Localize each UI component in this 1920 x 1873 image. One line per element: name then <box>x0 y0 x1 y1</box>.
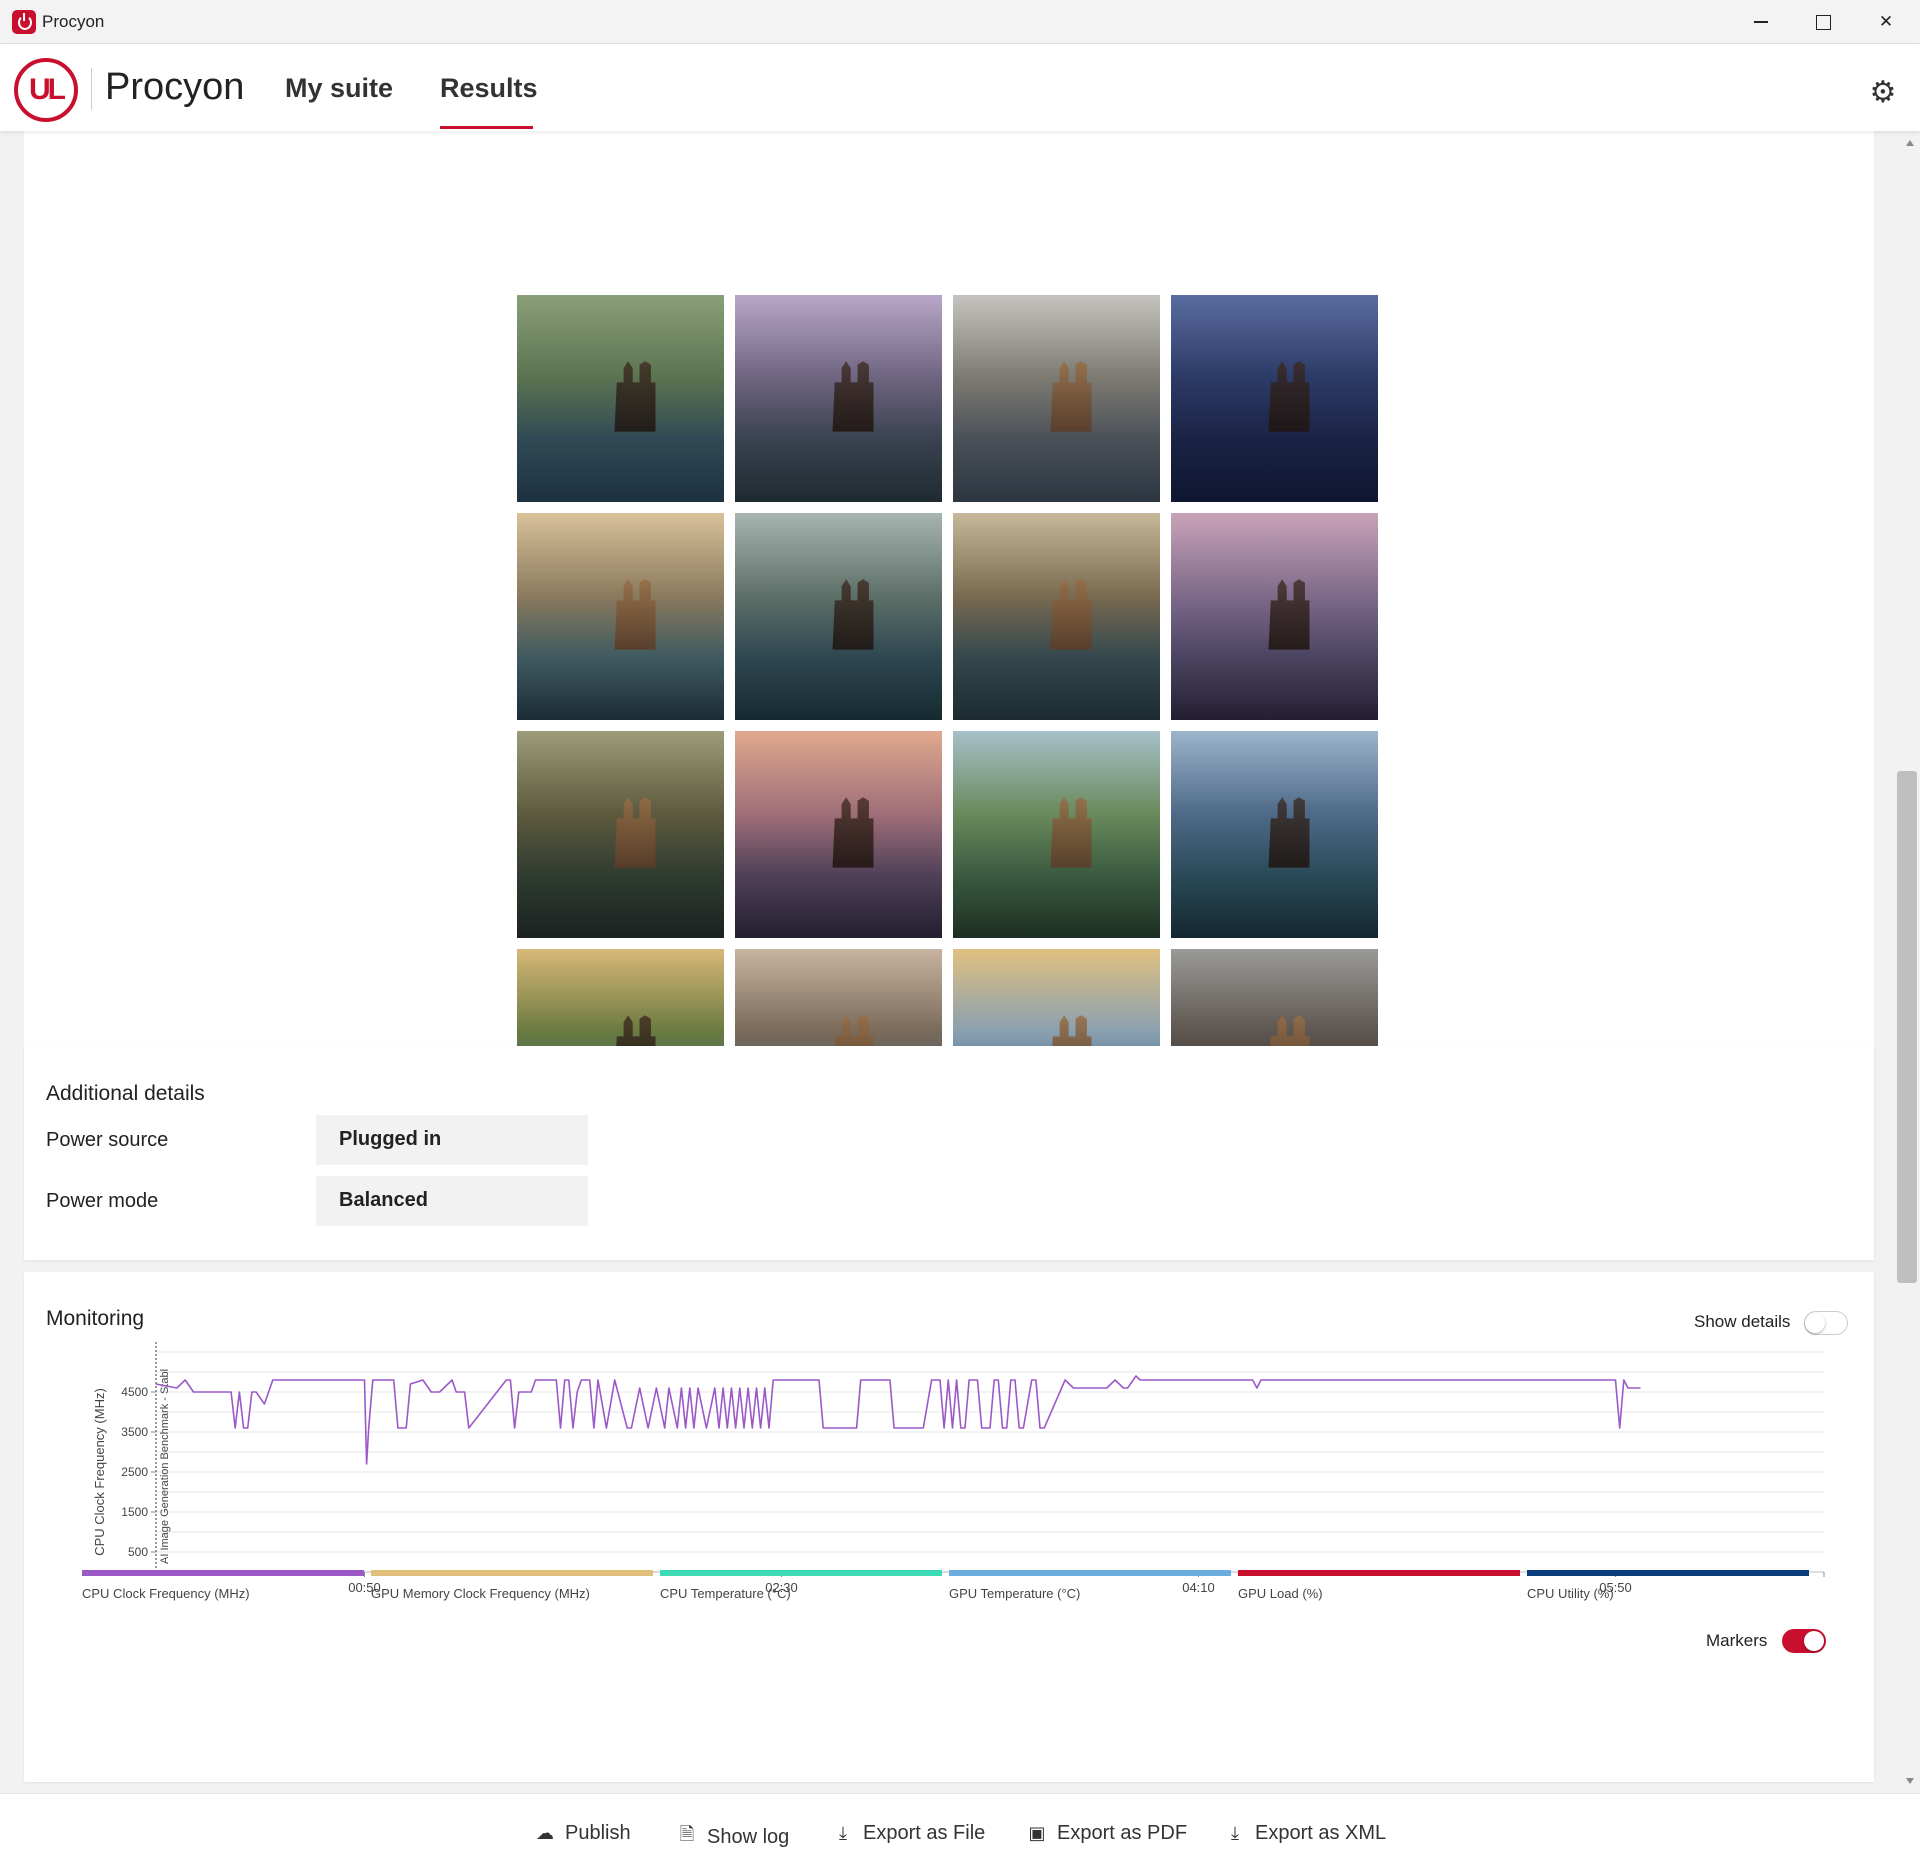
power-mode-label: Power mode <box>46 1190 159 1212</box>
castle-image-5[interactable] <box>517 513 724 720</box>
tab-my-suite[interactable]: My suite <box>285 73 393 104</box>
publish-button[interactable]: ☁ Publish <box>535 1822 631 1845</box>
export-pdf-label: Export as PDF <box>1057 1822 1188 1844</box>
castle-image-8[interactable] <box>1171 513 1378 720</box>
castle-image-1[interactable] <box>517 295 724 502</box>
legend-label: GPU Load (%) <box>1238 1586 1323 1601</box>
procyon-app-icon <box>12 10 36 34</box>
legend-swatch <box>660 1570 942 1576</box>
show-log-button[interactable]: 🗎 Show log <box>677 1822 790 1852</box>
y-axis-label: CPU Clock Frequency (MHz) <box>92 1388 107 1556</box>
minimize-button[interactable] <box>1730 0 1792 44</box>
legend-item[interactable]: GPU Memory Clock Frequency (MHz) <box>371 1570 653 1601</box>
maximize-button[interactable] <box>1792 0 1854 44</box>
y-tick-label: 1500 <box>121 1505 148 1519</box>
markers-toggle[interactable] <box>1782 1629 1826 1653</box>
bottom-action-bar: ☁ Publish 🗎 Show log ⤓ Export as File ▣ … <box>0 1793 1920 1873</box>
legend-item[interactable]: GPU Load (%) <box>1238 1570 1520 1601</box>
castle-image-4[interactable] <box>1171 295 1378 502</box>
legend-swatch <box>1527 1570 1809 1576</box>
gear-icon[interactable]: ⚙ <box>1868 78 1898 108</box>
power-mode-value: Balanced <box>316 1176 588 1226</box>
scrollbar-thumb[interactable] <box>1897 771 1917 1283</box>
additional-details-card: Additional details Power source Plugged … <box>24 1046 1874 1260</box>
legend-swatch <box>949 1570 1231 1576</box>
publish-label: Publish <box>565 1822 631 1844</box>
brand-name: Procyon <box>105 66 245 108</box>
castle-image-10[interactable] <box>735 731 942 938</box>
scroll-up-arrow-icon[interactable] <box>1906 140 1914 146</box>
castle-image-3[interactable] <box>953 295 1160 502</box>
results-content: Additional details Power source Plugged … <box>0 131 1900 1793</box>
castle-image-7[interactable] <box>953 513 1160 720</box>
cpu-clock-chart: 500150025003500450000:50 02:30 04:10 05:50C… <box>92 1342 1825 1595</box>
ul-logo: UL <box>14 58 78 122</box>
monitoring-title: Monitoring <box>46 1307 145 1330</box>
legend-swatch <box>371 1570 653 1576</box>
active-tab-indicator <box>440 126 533 129</box>
markers-label: Markers <box>1706 1631 1768 1650</box>
save-icon: ▣ <box>1028 1823 1046 1843</box>
app-header: UL Procyon My suite Results ⚙ <box>0 44 1920 131</box>
series-line <box>155 1375 1641 1465</box>
power-source-value: Plugged in <box>316 1115 588 1165</box>
close-button[interactable] <box>1855 0 1917 44</box>
window-titlebar: Procyon <box>0 0 1920 44</box>
toggle-knob <box>1805 1313 1825 1333</box>
legend-swatch <box>1238 1570 1520 1576</box>
download-icon: ⤓ <box>839 1823 847 1843</box>
export-as-xml-button[interactable]: ⤓ Export as XML <box>1225 1822 1386 1845</box>
details-title: Additional details <box>46 1082 205 1105</box>
legend-swatch <box>82 1570 364 1576</box>
image-gallery <box>517 295 1383 1156</box>
legend-item[interactable]: CPU Clock Frequency (MHz) <box>82 1570 364 1601</box>
y-tick-label: 2500 <box>121 1465 148 1479</box>
document-icon: 🗎 <box>679 1824 695 1844</box>
legend-label: CPU Temperature (°C) <box>660 1586 791 1601</box>
logo-divider <box>91 68 92 110</box>
legend-item[interactable]: CPU Utility (%) <box>1527 1570 1809 1601</box>
show-log-label: Show log <box>707 1825 790 1848</box>
chart-legend: CPU Clock Frequency (MHz) GPU Memory Cloc… <box>82 1570 1822 1610</box>
marker-label: AI Image Generation Benchmark - Stabl <box>159 1369 171 1564</box>
legend-label: GPU Temperature (°C) <box>949 1586 1081 1601</box>
y-tick-label: 3500 <box>121 1425 148 1439</box>
monitoring-card: Monitoring Show details 500 1500 2500 3500 4… <box>24 1272 1874 1782</box>
scroll-down-arrow-icon[interactable] <box>1906 1778 1914 1784</box>
window-title: Procyon <box>42 12 105 31</box>
tab-results[interactable]: Results <box>440 73 538 104</box>
castle-image-12[interactable] <box>1171 731 1378 938</box>
power-source-label: Power source <box>46 1129 169 1151</box>
y-tick-label: 500 <box>128 1545 148 1559</box>
export-file-label: Export as File <box>863 1822 986 1844</box>
castle-image-11[interactable] <box>953 731 1160 938</box>
castle-image-6[interactable] <box>735 513 942 720</box>
castle-image-9[interactable] <box>517 731 724 938</box>
download-icon: ⤓ <box>1231 1823 1239 1843</box>
legend-label: GPU Memory Clock Frequency (MHz) <box>371 1586 590 1601</box>
legend-item[interactable]: CPU Temperature (°C) <box>660 1570 942 1601</box>
legend-label: CPU Clock Frequency (MHz) <box>82 1586 250 1601</box>
y-tick-label: 4500 <box>121 1385 148 1399</box>
toggle-knob <box>1804 1631 1824 1651</box>
castle-image-2[interactable] <box>735 295 942 502</box>
legend-item[interactable]: GPU Temperature (°C) <box>949 1570 1231 1601</box>
export-as-file-button[interactable]: ⤓ Export as File <box>833 1822 985 1845</box>
export-xml-label: Export as XML <box>1255 1822 1387 1844</box>
show-details-label: Show details <box>1694 1312 1791 1331</box>
legend-label: CPU Utility (%) <box>1527 1586 1614 1601</box>
export-as-pdf-button[interactable]: ▣ Export as PDF <box>1027 1822 1187 1845</box>
cloud-upload-icon: ☁ <box>536 1823 554 1843</box>
